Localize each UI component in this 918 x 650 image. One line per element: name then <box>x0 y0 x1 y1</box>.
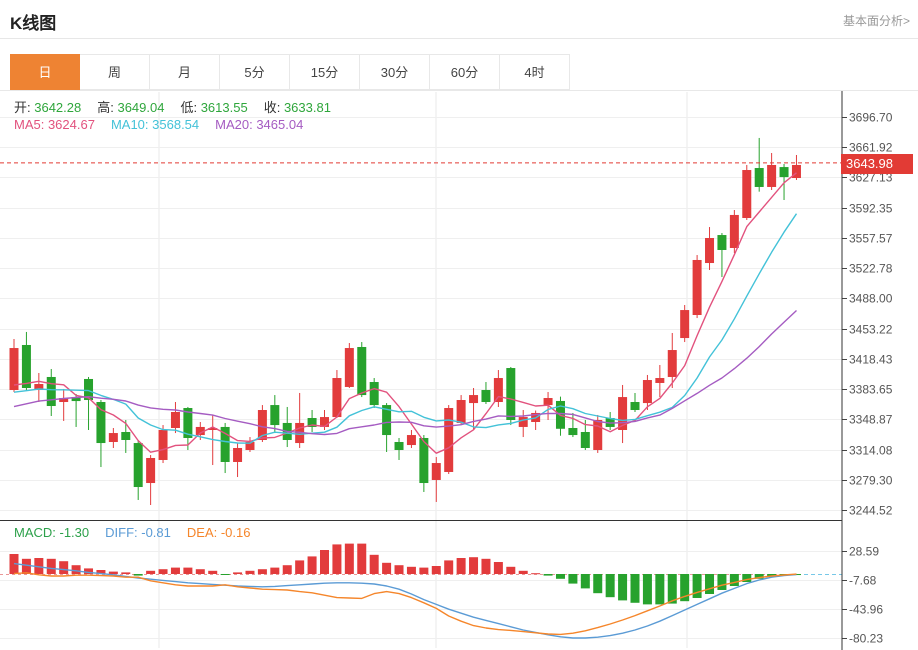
ma-row-item-0: MA5: 3624.67 <box>14 117 95 132</box>
svg-text:3314.08: 3314.08 <box>849 444 893 458</box>
macd-row-item-2: DEA: -0.16 <box>187 525 251 540</box>
label: DEA: <box>186 525 218 540</box>
svg-text:3453.22: 3453.22 <box>849 323 893 337</box>
value: 3613.55 <box>197 100 248 115</box>
value: 3465.04 <box>252 117 304 132</box>
value: 3649.04 <box>113 100 165 115</box>
svg-text:3592.35: 3592.35 <box>849 202 893 216</box>
period-tabbar: 日周月 5分 15分 30分 60分 4时 <box>10 54 570 90</box>
ohlc-info-row: 开: 3642.28 高: 3649.04 低: 3613.55 收: 3633.81 <box>14 97 347 116</box>
ohlc-row-item-3: 收: 3633.81 <box>264 100 331 115</box>
svg-text:28.59: 28.59 <box>849 545 879 559</box>
label: MACD: <box>14 525 56 540</box>
svg-text:3522.78: 3522.78 <box>849 262 893 276</box>
ohlc-row-item-1: 高: 3649.04 <box>97 100 164 115</box>
value: -0.81 <box>137 525 171 540</box>
macd-row-item-1: DIFF: -0.81 <box>105 525 171 540</box>
svg-text:3383.65: 3383.65 <box>849 383 893 397</box>
label: 高: <box>97 100 114 115</box>
macd-row-item-0: MACD: -1.30 <box>14 525 89 540</box>
value: 3642.28 <box>30 100 82 115</box>
label: MA10: <box>110 117 149 132</box>
label: 低: <box>180 100 198 115</box>
svg-text:3696.70: 3696.70 <box>849 111 893 125</box>
label: 开: <box>14 100 31 115</box>
label: MA20: <box>215 117 253 132</box>
tab-period-7[interactable]: 4时 <box>500 54 570 90</box>
header-divider <box>0 38 918 39</box>
value: -0.16 <box>217 525 251 540</box>
ohlc-row-item-2: 低: 3613.55 <box>180 100 247 115</box>
ma-info-row: MA5: 3624.67 MA10: 3568.54 MA20: 3465.04 <box>14 117 319 132</box>
value: 3633.81 <box>280 100 331 115</box>
ohlc-row-item-0: 开: 3642.28 <box>14 100 81 115</box>
tab-period-2[interactable]: 月 <box>150 54 220 90</box>
tab-period-6[interactable]: 60分 <box>430 54 500 90</box>
tab-period-5[interactable]: 30分 <box>360 54 430 90</box>
svg-text:3244.52: 3244.52 <box>849 504 893 518</box>
fundamental-analysis-link[interactable]: 基本面分析> <box>843 12 910 29</box>
svg-text:3279.30: 3279.30 <box>849 474 893 488</box>
label: MA5: <box>14 117 45 132</box>
current-price-tag: 3643.98 <box>841 154 913 174</box>
svg-text:-80.23: -80.23 <box>849 632 883 646</box>
label: DIFF: <box>105 525 138 540</box>
tab-period-0[interactable]: 日 <box>10 54 80 90</box>
page-title: K线图 <box>10 14 57 33</box>
tab-period-4[interactable]: 15分 <box>290 54 360 90</box>
ma-row-item-2: MA20: 3465.04 <box>215 117 303 132</box>
tab-period-3[interactable]: 5分 <box>220 54 290 90</box>
value: 3624.67 <box>44 117 95 132</box>
svg-text:-7.68: -7.68 <box>849 574 877 588</box>
tab-period-1[interactable]: 周 <box>80 54 150 90</box>
label: 收: <box>263 100 281 115</box>
ma-row-item-1: MA10: 3568.54 <box>111 117 199 132</box>
value: 3568.54 <box>148 117 200 132</box>
svg-text:3661.92: 3661.92 <box>849 141 893 155</box>
macd-info-row: MACD: -1.30 DIFF: -0.81 DEA: -0.16 <box>14 525 266 540</box>
svg-text:3488.00: 3488.00 <box>849 292 893 306</box>
svg-text:-43.96: -43.96 <box>849 603 883 617</box>
svg-text:3348.87: 3348.87 <box>849 413 893 427</box>
svg-text:3557.57: 3557.57 <box>849 232 893 246</box>
value: -1.30 <box>55 525 90 540</box>
svg-text:3418.43: 3418.43 <box>849 353 893 367</box>
